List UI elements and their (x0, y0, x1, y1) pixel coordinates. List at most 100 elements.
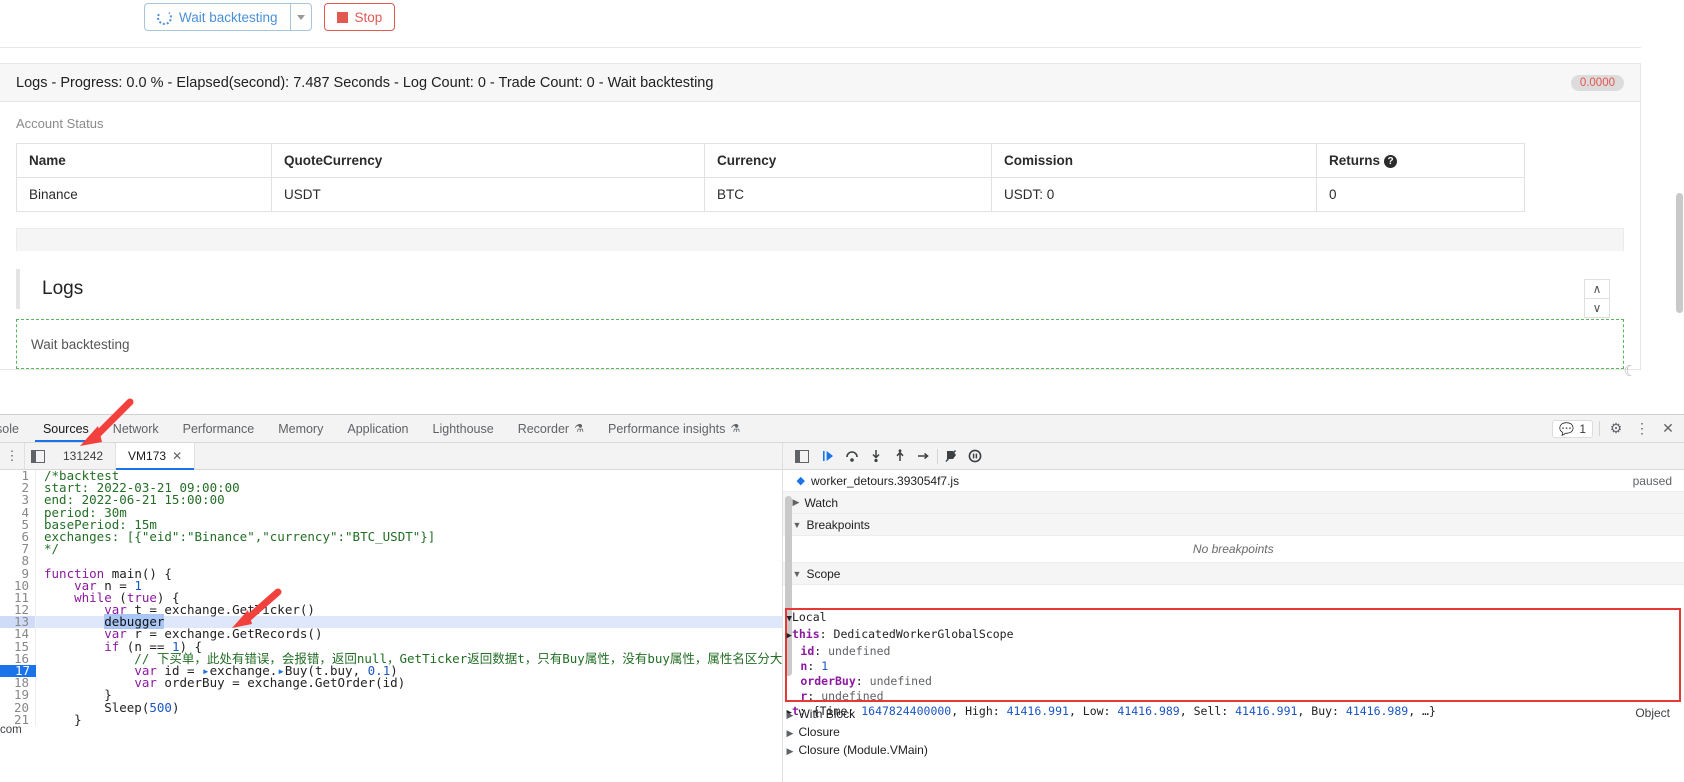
kebab-menu-icon[interactable]: ⋮ (1632, 419, 1652, 439)
close-icon[interactable]: ✕ (1658, 419, 1678, 439)
line-number[interactable]: 6 (0, 530, 36, 544)
file-tab-131242[interactable]: 131242 (51, 443, 117, 469)
scope-variable[interactable]: r: undefined (787, 689, 1677, 704)
column-header-returns-label: Returns (1329, 153, 1381, 168)
chevron-up-icon: ∧ (1592, 282, 1602, 296)
tab-application[interactable]: Application (335, 415, 420, 442)
account-status-label: Account Status (16, 116, 104, 131)
object-label: Object (1635, 706, 1670, 720)
line-number[interactable]: 8 (0, 554, 36, 568)
stop-square-icon (336, 11, 348, 23)
source-code-editor[interactable]: 1/*backtest 2 start: 2022-03-21 09:00:00 3 e… (0, 470, 782, 782)
scope-local-header[interactable]: ▼Local (787, 610, 1677, 627)
logs-scroll-controls: ∧ ∨ (1584, 279, 1610, 318)
message-count-button[interactable]: 💬 1 (1552, 419, 1593, 438)
step-icon[interactable] (913, 445, 935, 467)
log-entry: Wait backtesting (31, 336, 130, 352)
scope-section[interactable]: ▶ With Block (787, 706, 1677, 724)
logs-title-row: Logs (16, 261, 1624, 317)
backtest-panel: Logs - Progress: 0.0 % - Elapsed(second)… (0, 63, 1641, 380)
cell-comission: USDT: 0 (991, 177, 1317, 212)
column-header-comission: Comission (991, 143, 1317, 178)
show-debugger-sidebar-icon[interactable] (789, 449, 815, 463)
section-breakpoints[interactable]: ▼ Breakpoints (782, 514, 1684, 536)
wait-backtesting-button[interactable]: Wait backtesting (144, 3, 290, 31)
moon-icon[interactable]: ☾ (1624, 362, 1637, 380)
step-out-of-current-function-icon[interactable] (889, 445, 911, 467)
code-line[interactable]: 7 */ (0, 542, 782, 556)
tab-lighthouse-label: Lighthouse (432, 421, 494, 436)
tab-recorder[interactable]: Recorder ⚗ (506, 415, 596, 442)
tab-performance-label: Performance (182, 421, 255, 436)
scope-section[interactable]: ▶ Closure (Module.VMain) (787, 742, 1677, 760)
scope-variable[interactable]: n: 1 (787, 659, 1677, 674)
code-line[interactable]: 21 } (0, 713, 782, 726)
backtest-dropdown-button[interactable] (289, 3, 312, 31)
line-number[interactable]: 5 (0, 518, 36, 531)
column-header-quotecurrency: QuoteCurrency (271, 143, 705, 178)
section-scope[interactable]: ▼ Scope (782, 563, 1684, 585)
tab-performance[interactable]: Performance (171, 415, 267, 442)
scroll-up-button[interactable]: ∧ (1584, 279, 1610, 299)
section-breakpoints-label: Breakpoints (806, 517, 870, 532)
column-header-returns: Returns? (1316, 143, 1525, 178)
stop-label: Stop (354, 9, 383, 25)
devtools-panel: sole Sources Network Performance Memory … (0, 414, 1684, 782)
tab-memory[interactable]: Memory (266, 415, 335, 442)
help-icon[interactable]: ? (1384, 154, 1398, 168)
chevron-down-icon: ▼ (792, 519, 802, 530)
devtools-body: 1/*backtest 2 start: 2022-03-21 09:00:00 3 e… (0, 470, 1684, 782)
column-header-currency: Currency (704, 143, 992, 178)
page-scrollbar-thumb[interactable] (1676, 193, 1683, 313)
navigator-glyph (31, 449, 45, 463)
wait-backtesting-label: Wait backtesting (179, 9, 278, 25)
tab-lighthouse[interactable]: Lighthouse (421, 415, 506, 442)
backtest-button-group: Wait backtesting Stop (144, 3, 396, 31)
tab-sources[interactable]: Sources (31, 415, 101, 442)
section-watch[interactable]: ▶ Watch (782, 492, 1684, 514)
top-toolbar: Wait backtesting Stop (0, 0, 1641, 48)
close-icon[interactable]: ✕ (172, 449, 182, 463)
stop-button[interactable]: Stop (323, 3, 396, 31)
table-row: Binance USDT BTC USDT: 0 0 (16, 177, 1525, 212)
resume-script-execution-icon[interactable] (817, 445, 839, 467)
table-header-row: Name QuoteCurrency Currency Comission Re… (16, 143, 1525, 178)
scope-variable[interactable]: id: undefined (787, 644, 1677, 659)
line-number[interactable]: 3 (0, 494, 36, 507)
devtools-tab-bar: sole Sources Network Performance Memory … (0, 415, 1684, 443)
step-over-next-function-call-icon[interactable] (841, 445, 863, 467)
cell-currency: BTC (704, 177, 992, 212)
devtools-tab-bar-actions: 💬 1 ⚙ ⋮ ✕ (1552, 415, 1678, 442)
tab-console[interactable]: sole (0, 415, 31, 442)
call-stack-entry[interactable]: ◆ worker_detours.393054f7.js paused (782, 470, 1684, 492)
scope-variable[interactable]: orderBuy: undefined (787, 674, 1677, 689)
code-lines: 1/*backtest 2 start: 2022-03-21 09:00:00 3 e… (0, 470, 782, 726)
sources-more-options-icon[interactable]: ⋮ (0, 443, 24, 469)
step-into-next-function-call-icon[interactable] (865, 445, 887, 467)
line-number[interactable]: 1 (0, 470, 36, 483)
scope-section[interactable]: ▶ Closure (787, 724, 1677, 742)
pause-on-exceptions-icon[interactable] (964, 445, 986, 467)
line-number[interactable]: 2 (0, 481, 36, 495)
file-tab-vm173[interactable]: VM173 ✕ (116, 443, 196, 470)
scroll-down-button[interactable]: ∨ (1584, 299, 1610, 318)
debugger-sidebar: ◆ worker_detours.393054f7.js paused ▶ Wa… (781, 470, 1684, 782)
code-line[interactable]: 18 var orderBuy = exchange.GetOrder(id) (0, 676, 782, 690)
gear-icon[interactable]: ⚙ (1606, 419, 1626, 439)
deactivate-breakpoints-icon[interactable] (940, 445, 962, 467)
tab-performance-insights[interactable]: Performance insights ⚗ (596, 415, 752, 442)
column-header-name: Name (16, 143, 272, 178)
tab-network[interactable]: Network (101, 415, 171, 442)
page-scrollbar[interactable] (1675, 63, 1684, 383)
code-line[interactable]: 20 Sleep(500) (0, 701, 782, 714)
code-line[interactable]: 6 exchanges: [{"eid":"Binance","currency"… (0, 530, 782, 544)
line-number[interactable]: 4 (0, 506, 36, 519)
scope-variable[interactable]: ▶this: DedicatedWorkerGlobalScope (787, 627, 1677, 644)
tab-application-label: Application (347, 421, 409, 436)
chevron-down-icon (296, 14, 305, 20)
show-navigator-icon[interactable] (24, 443, 51, 469)
line-number[interactable]: 7 (0, 542, 36, 556)
file-tab-vm173-label: VM173 (128, 449, 167, 463)
tab-sources-label: Sources (42, 421, 89, 436)
tab-network-label: Network (112, 421, 159, 436)
